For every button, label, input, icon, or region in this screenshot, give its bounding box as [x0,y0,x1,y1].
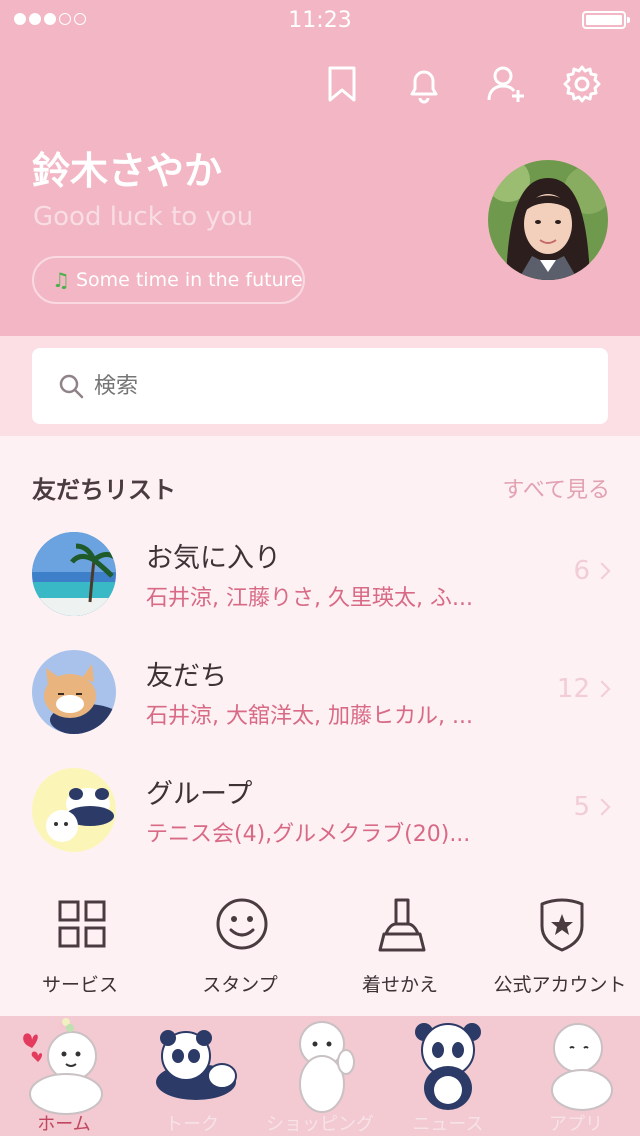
tab-home[interactable]: ホーム [0,1016,128,1136]
list-item-title: グループ [146,779,253,810]
official-account-button[interactable]: 公式アカウント [480,894,640,1004]
chevron-right-icon [593,680,611,698]
bottom-nav: ホーム トーク ショッピング ニュース アプリ [0,1016,640,1136]
search-icon [59,374,84,399]
list-item-favorites[interactable]: お気に入り 石井涼, 江藤りさ, 久里瑛太, ふ... 6 [0,532,640,642]
fluffy-dog-apps-icon [551,1023,613,1111]
shield-star-icon [534,894,590,954]
nav-label: アプリ [549,1114,603,1135]
add-friend-icon[interactable] [484,62,528,106]
count-value: 5 [573,792,590,822]
fluffy-dog-home-icon [23,1018,103,1115]
profile-name: 鈴木さやか [32,149,223,193]
list-item-title: 友だち [146,661,227,692]
theme-button[interactable]: 着せかえ [320,894,480,1004]
count-value: 12 [556,674,590,704]
battery-icon [582,11,630,29]
list-item-friends[interactable]: 友だち 石井涼, 大舘洋太, 加藤ヒカル, ... 12 [0,650,640,760]
list-item-subtitle: 石井涼, 江藤りさ, 久里瑛太, ふ... [146,586,473,611]
groups-thumbnail [32,768,116,852]
brush-icon [374,894,430,954]
sticker-label: スタンプ [202,974,278,996]
tab-chats[interactable]: トーク [128,1016,256,1136]
sticker-button[interactable]: スタンプ [160,894,320,1004]
nav-label: トーク [165,1114,219,1135]
search-bar[interactable] [32,348,608,424]
smiley-icon [214,894,270,954]
favorites-thumbnail [32,532,116,616]
profile-header: 鈴木さやか Good luck to you ♫ Some time in th… [0,0,640,336]
grid-icon [54,894,110,954]
gear-icon[interactable] [560,62,604,106]
panda-news-icon [415,1023,481,1110]
status-time: 11:23 [288,8,352,33]
tab-news[interactable]: ニュース [384,1016,512,1136]
search-section [0,336,640,436]
list-item-count: 12 [556,674,611,704]
profile-avatar[interactable] [488,160,608,280]
tab-apps[interactable]: アプリ [512,1016,640,1136]
music-title: Some time in the future [75,269,303,291]
list-item-count: 6 [573,556,611,586]
service-label: サービス [41,974,118,996]
friends-thumbnail [32,650,116,734]
nav-label: ニュース [412,1114,484,1135]
fluffy-dog-shopping-icon [299,1021,355,1113]
chevron-right-icon [593,798,611,816]
see-all-link[interactable]: すべて見る [502,472,610,504]
profile-music-button[interactable]: ♫ Some time in the future [32,256,305,304]
search-input[interactable] [94,373,574,399]
chevron-right-icon [593,562,611,580]
nav-label: ホーム [37,1114,91,1135]
list-item-title: お気に入り [146,543,281,574]
tab-shopping[interactable]: ショッピング [256,1016,384,1136]
nav-label: ショッピング [266,1114,374,1135]
list-item-subtitle: テニス会(4),グルメクラブ(20)... [146,822,471,847]
status-bar: 11:23 [0,0,640,40]
official-account-label: 公式アカウント [493,974,627,996]
panda-chats-icon [156,1030,237,1100]
service-button[interactable]: サービス [0,894,160,1004]
bell-icon[interactable] [402,62,446,106]
bookmark-icon[interactable] [320,62,364,106]
music-note-icon: ♫ [52,268,70,292]
list-item-groups[interactable]: グループ テニス会(4),グルメクラブ(20)... 5 [0,768,640,878]
status-message[interactable]: Good luck to you [33,202,253,232]
friend-list-title: 友だちリスト [32,476,176,504]
count-value: 6 [573,556,590,586]
list-item-count: 5 [573,792,611,822]
list-item-subtitle: 石井涼, 大舘洋太, 加藤ヒカル, ... [146,704,473,729]
theme-label: 着せかえ [361,974,438,996]
